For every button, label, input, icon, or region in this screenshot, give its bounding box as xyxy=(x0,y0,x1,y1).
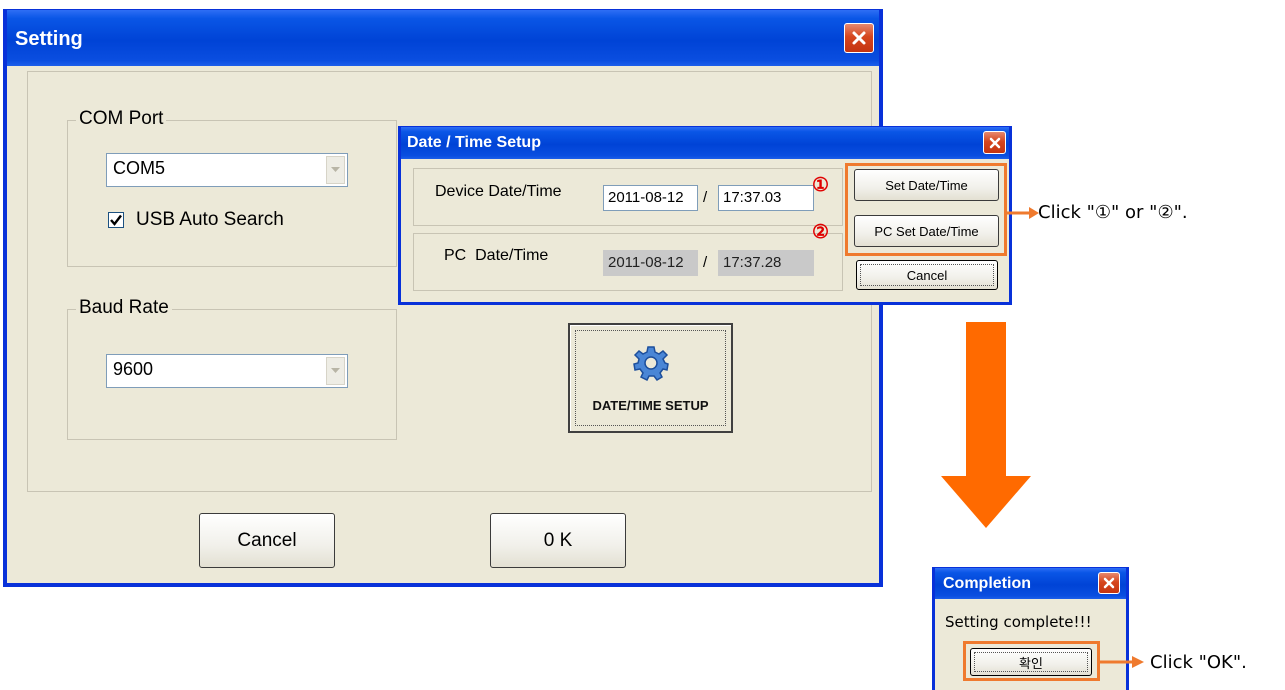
device-date-field[interactable]: 2011-08-12 xyxy=(603,185,698,211)
pc-time-field: 17:37.28 xyxy=(718,250,814,276)
arrow-down-icon xyxy=(941,322,1031,528)
setting-ok-button[interactable]: 0 K xyxy=(490,513,626,568)
com-port-dropdown-arrow[interactable] xyxy=(326,156,345,184)
note-click-one-or-two: Click "①" or "②". xyxy=(1038,202,1188,223)
com-port-label: COM Port xyxy=(76,108,167,130)
baud-rate-dropdown-arrow[interactable] xyxy=(326,357,345,385)
close-icon xyxy=(852,31,866,45)
usb-auto-search-checkbox[interactable] xyxy=(108,212,124,228)
com-port-select[interactable]: COM5 xyxy=(106,153,348,187)
note-click-ok: Click "OK". xyxy=(1150,652,1247,673)
baud-rate-value: 9600 xyxy=(113,359,154,379)
device-separator: / xyxy=(703,189,708,206)
gear-icon xyxy=(633,346,669,381)
marker-one: ① xyxy=(812,175,830,196)
baud-rate-label: Baud Rate xyxy=(76,297,172,319)
com-port-value: COM5 xyxy=(113,158,166,178)
device-date-value: 2011-08-12 xyxy=(608,189,684,206)
setting-title: Setting xyxy=(15,28,83,50)
marker-two: ② xyxy=(812,222,830,243)
arrow-right-icon xyxy=(1100,656,1144,668)
datetime-titlebar: Date / Time Setup xyxy=(401,127,1009,159)
setting-cancel-button[interactable]: Cancel xyxy=(199,513,335,568)
setting-titlebar: Setting xyxy=(7,10,879,66)
highlight-set-buttons xyxy=(845,163,1007,256)
datetime-setup-button[interactable]: DATE/TIME SETUP xyxy=(568,323,733,433)
device-time-value: 17:37.03 xyxy=(723,189,782,206)
datetime-cancel-button[interactable]: Cancel xyxy=(856,260,998,290)
pc-time-value: 17:37.28 xyxy=(723,254,782,271)
close-icon xyxy=(989,137,1000,148)
pc-separator: / xyxy=(703,254,708,271)
setting-cancel-label: Cancel xyxy=(237,529,297,551)
completion-close-button[interactable] xyxy=(1098,572,1120,594)
highlight-completion-ok xyxy=(963,641,1100,681)
checkmark-icon xyxy=(110,214,122,226)
completion-title: Completion xyxy=(943,575,1031,592)
usb-auto-search-label: USB Auto Search xyxy=(136,209,284,230)
close-icon xyxy=(1103,577,1115,589)
com-port-group: COM Port COM5 USB Auto Search xyxy=(67,108,397,267)
setting-close-button[interactable] xyxy=(844,23,874,53)
completion-titlebar: Completion xyxy=(935,568,1126,599)
datetime-close-button[interactable] xyxy=(983,131,1006,154)
completion-message: Setting complete!!! xyxy=(945,613,1092,631)
chevron-down-icon xyxy=(331,167,340,172)
datetime-setup-label: DATE/TIME SETUP xyxy=(592,398,709,413)
baud-rate-group: Baud Rate 9600 xyxy=(67,297,397,440)
arrow-right-icon xyxy=(1007,207,1039,219)
pc-datetime-label: PC Date/Time xyxy=(444,247,549,264)
device-datetime-label: Device Date/Time xyxy=(435,183,562,200)
setting-ok-label: 0 K xyxy=(543,529,573,551)
datetime-title: Date / Time Setup xyxy=(407,134,541,151)
pc-date-value: 2011-08-12 xyxy=(608,254,684,271)
baud-rate-select[interactable]: 9600 xyxy=(106,354,348,388)
datetime-cancel-focus-rect xyxy=(860,264,994,286)
device-time-field[interactable]: 17:37.03 xyxy=(718,185,814,211)
chevron-down-icon xyxy=(331,368,340,373)
pc-date-field: 2011-08-12 xyxy=(603,250,698,276)
